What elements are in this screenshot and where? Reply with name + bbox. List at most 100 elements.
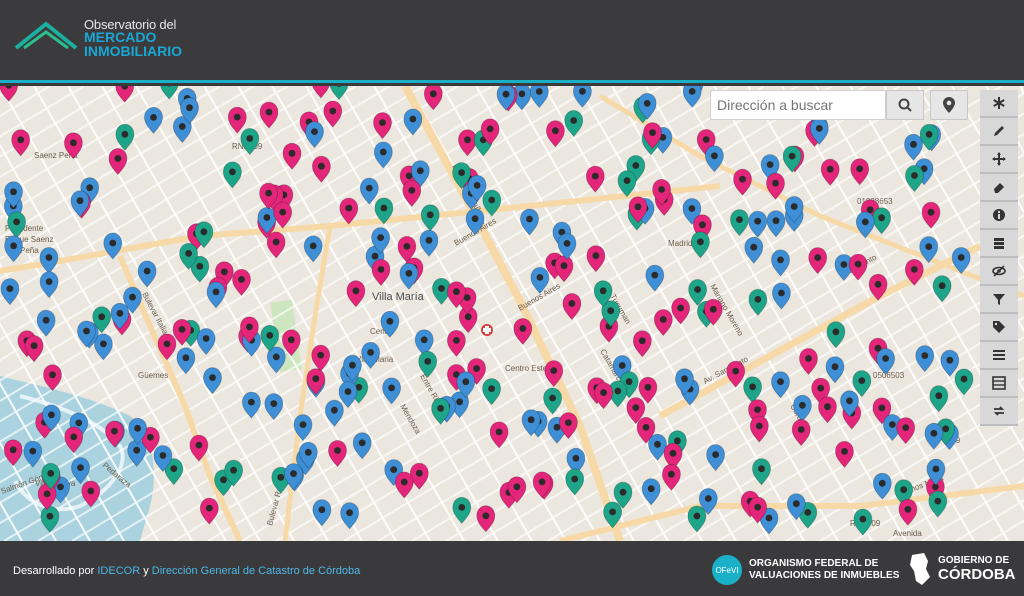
property-marker[interactable] <box>446 329 466 358</box>
property-marker[interactable] <box>339 197 359 225</box>
tool-filter[interactable] <box>980 286 1018 314</box>
property-marker[interactable] <box>586 245 606 273</box>
property-marker[interactable] <box>420 204 440 232</box>
property-marker[interactable] <box>241 391 261 419</box>
property-marker[interactable] <box>848 253 868 281</box>
tool-asterisk[interactable] <box>980 90 1018 118</box>
property-marker[interactable] <box>11 129 31 157</box>
property-marker[interactable] <box>645 264 665 292</box>
property-marker[interactable] <box>24 335 44 363</box>
property-marker[interactable] <box>921 201 941 229</box>
property-marker[interactable] <box>203 367 222 395</box>
property-marker[interactable] <box>328 440 347 468</box>
property-marker[interactable] <box>850 158 870 186</box>
tool-table[interactable] <box>980 370 1018 398</box>
tool-list[interactable] <box>980 342 1018 370</box>
ofevi-logo[interactable]: OFeVI ORGANISMO FEDERAL DE VALUACIONES D… <box>712 555 899 585</box>
observatorio-logo[interactable]: Observatorio del MERCADO INMOBILIARIO <box>14 14 214 64</box>
property-marker[interactable] <box>259 101 279 129</box>
property-marker[interactable] <box>687 505 707 533</box>
property-marker[interactable] <box>648 433 667 461</box>
property-marker[interactable] <box>791 419 811 447</box>
property-marker[interactable] <box>423 86 443 111</box>
property-marker[interactable] <box>898 498 918 526</box>
property-marker[interactable] <box>730 209 749 237</box>
property-marker[interactable] <box>743 376 762 404</box>
property-marker[interactable] <box>305 121 324 149</box>
property-marker[interactable] <box>632 330 652 358</box>
tool-move[interactable] <box>980 146 1018 174</box>
tool-erase[interactable] <box>980 174 1018 202</box>
property-marker[interactable] <box>554 255 574 283</box>
property-marker[interactable] <box>352 432 372 460</box>
property-marker[interactable] <box>766 210 786 238</box>
property-marker[interactable] <box>382 377 402 405</box>
property-marker[interactable] <box>371 258 391 287</box>
property-marker[interactable] <box>137 260 157 288</box>
property-marker[interactable] <box>940 349 960 377</box>
property-marker[interactable] <box>4 235 24 263</box>
property-marker[interactable] <box>565 468 585 496</box>
tool-refresh[interactable] <box>980 398 1018 426</box>
tool-info[interactable] <box>980 202 1018 230</box>
property-marker[interactable] <box>924 422 944 450</box>
idecor-link[interactable]: IDECOR <box>97 565 140 577</box>
property-marker[interactable] <box>706 444 725 472</box>
property-marker[interactable] <box>799 348 818 376</box>
property-marker[interactable] <box>206 281 226 309</box>
property-marker[interactable] <box>915 345 935 373</box>
property-marker[interactable] <box>529 86 549 109</box>
property-marker[interactable] <box>825 356 845 384</box>
property-marker[interactable] <box>564 110 584 138</box>
gobierno-cordoba-logo[interactable]: GOBIERNO DE CÓRDOBA <box>908 553 1018 587</box>
tool-tag[interactable] <box>980 314 1018 342</box>
property-marker[interactable] <box>546 120 565 148</box>
property-marker[interactable] <box>752 458 771 486</box>
property-marker[interactable] <box>671 297 690 325</box>
property-marker[interactable] <box>312 499 332 527</box>
address-search-input[interactable] <box>710 90 886 120</box>
property-marker[interactable] <box>359 177 379 205</box>
property-marker[interactable] <box>772 282 791 310</box>
property-marker[interactable] <box>691 231 710 259</box>
property-marker[interactable] <box>232 268 251 297</box>
property-marker[interactable] <box>282 142 302 170</box>
search-button[interactable] <box>886 90 924 120</box>
property-marker[interactable] <box>312 86 330 99</box>
property-marker[interactable] <box>835 440 854 469</box>
property-marker[interactable] <box>196 328 216 356</box>
property-marker[interactable] <box>176 347 196 375</box>
property-marker[interactable] <box>594 382 613 410</box>
property-marker[interactable] <box>0 278 20 306</box>
property-marker[interactable] <box>748 288 768 317</box>
property-marker[interactable] <box>115 86 135 103</box>
property-marker[interactable] <box>340 502 360 530</box>
property-marker[interactable] <box>513 318 533 346</box>
property-marker[interactable] <box>273 201 293 229</box>
property-marker[interactable] <box>458 129 477 157</box>
property-marker[interactable] <box>394 471 414 499</box>
tool-visibility[interactable] <box>980 258 1018 286</box>
property-marker[interactable] <box>403 108 423 136</box>
property-marker[interactable] <box>653 309 673 337</box>
map-canvas[interactable]: Saenz Peña Presidente Roque Saenz Peña R… <box>0 86 1024 541</box>
tool-layers[interactable] <box>980 230 1018 258</box>
property-marker[interactable] <box>662 463 681 491</box>
property-marker[interactable] <box>399 262 419 290</box>
property-marker[interactable] <box>39 247 59 275</box>
locate-button[interactable] <box>930 90 968 120</box>
property-marker[interactable] <box>199 497 219 525</box>
property-marker[interactable] <box>373 141 393 169</box>
property-marker[interactable] <box>872 207 891 235</box>
property-marker[interactable] <box>928 490 948 518</box>
property-marker[interactable] <box>896 417 916 445</box>
property-marker[interactable] <box>733 168 752 196</box>
property-marker[interactable] <box>361 341 381 370</box>
property-marker[interactable] <box>808 247 828 275</box>
catastro-link[interactable]: Dirección General de Catastro de Córdoba <box>152 565 361 577</box>
property-marker[interactable] <box>476 505 496 533</box>
property-marker[interactable] <box>227 106 247 134</box>
property-marker[interactable] <box>0 86 19 102</box>
tool-draw[interactable] <box>980 118 1018 146</box>
property-marker[interactable] <box>452 496 472 525</box>
